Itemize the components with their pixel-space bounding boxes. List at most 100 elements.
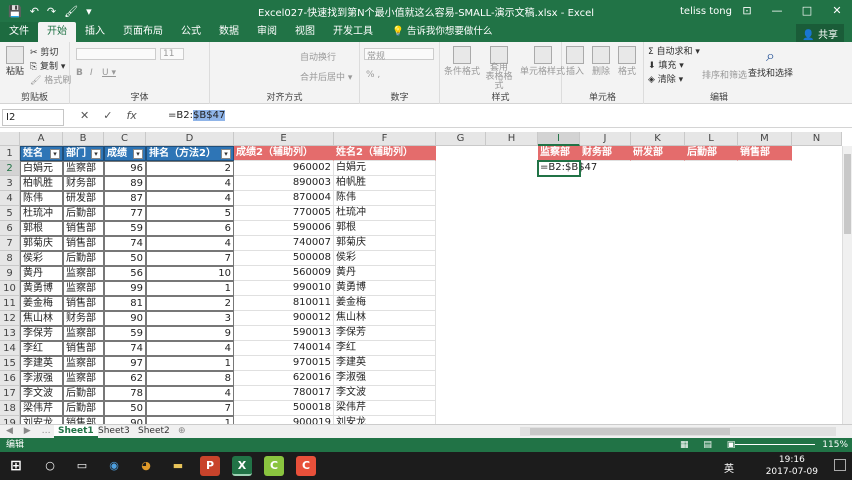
cell-dept[interactable]: 后勤部	[63, 401, 104, 416]
cell-name2[interactable]: 李淑强	[334, 371, 436, 386]
cell-rank[interactable]: 9	[146, 326, 234, 341]
cell-name[interactable]: 黄丹	[20, 266, 63, 281]
formula-input[interactable]: =B2:$B$47	[168, 110, 226, 121]
row-header[interactable]: 4	[0, 191, 20, 206]
cell-score[interactable]: 77	[104, 206, 146, 221]
row-header[interactable]: 10	[0, 281, 20, 296]
cell-score[interactable]: 96	[104, 161, 146, 176]
cell-score[interactable]: 74	[104, 236, 146, 251]
row-header[interactable]: 1	[0, 146, 20, 161]
ime-indicator[interactable]: 英	[724, 460, 734, 475]
notification-icon[interactable]	[834, 459, 846, 471]
autosum-button[interactable]: Σ 自动求和 ▾	[648, 44, 700, 57]
row-header[interactable]: 7	[0, 236, 20, 251]
cell-rank[interactable]: 1	[146, 356, 234, 371]
cut-button[interactable]: ✂ 剪切	[30, 45, 58, 58]
cell-name2[interactable]: 郭菊庆	[334, 236, 436, 251]
cell-name[interactable]: 梁伟芹	[20, 401, 63, 416]
find-select-button[interactable]: ⌕ 查找和选择	[748, 46, 793, 79]
cell-name2[interactable]: 焦山林	[334, 311, 436, 326]
header-name[interactable]: 姓名 ▾	[20, 146, 63, 161]
cell-name2[interactable]: 李红	[334, 341, 436, 356]
col-header-E[interactable]: E	[234, 132, 334, 146]
col-header-A[interactable]: A	[20, 132, 63, 146]
cell-name2[interactable]: 李建英	[334, 356, 436, 371]
cell-rank[interactable]: 5	[146, 206, 234, 221]
cell-rank[interactable]: 7	[146, 251, 234, 266]
cell-name[interactable]: 李文波	[20, 386, 63, 401]
cell-name[interactable]: 姜金梅	[20, 296, 63, 311]
cell-name[interactable]: 陈伟	[20, 191, 63, 206]
delete-cells-button[interactable]: 删除	[592, 46, 610, 77]
camtasia-red-icon[interactable]: C	[296, 456, 316, 476]
col-header-C[interactable]: C	[104, 132, 146, 146]
number-format-select[interactable]: 常规	[364, 48, 434, 62]
select-all-corner[interactable]	[0, 132, 20, 146]
excel-icon[interactable]: X	[232, 456, 252, 476]
cell-rank[interactable]: 2	[146, 296, 234, 311]
cell-score2[interactable]: 870004	[234, 191, 334, 206]
cell-score2[interactable]: 590006	[234, 221, 334, 236]
format-cells-button[interactable]: 格式	[618, 46, 636, 77]
col-header-B[interactable]: B	[63, 132, 104, 146]
tab-page-layout[interactable]: 页面布局	[114, 22, 172, 42]
user-name[interactable]: teliss tong	[680, 6, 732, 17]
header-dept-yanfa[interactable]: 研发部	[631, 146, 685, 161]
cell-dept[interactable]: 研发部	[63, 191, 104, 206]
percent-button[interactable]: % ,	[366, 70, 380, 80]
cell-name2[interactable]: 黄丹	[334, 266, 436, 281]
cell-rank[interactable]: 1	[146, 416, 234, 424]
tab-review[interactable]: 审阅	[248, 22, 286, 42]
col-header-D[interactable]: D	[146, 132, 234, 146]
cell-name2[interactable]: 李文波	[334, 386, 436, 401]
col-header-I[interactable]: I	[538, 132, 580, 146]
cancel-icon[interactable]: ✕	[80, 109, 89, 122]
cell-score2[interactable]: 900019	[234, 416, 334, 424]
col-header-N[interactable]: N	[792, 132, 842, 146]
vertical-scrollbar[interactable]	[842, 146, 852, 424]
cell-name[interactable]: 焦山林	[20, 311, 63, 326]
wrap-text-button[interactable]: 自动换行	[300, 50, 336, 63]
cell-score[interactable]: 90	[104, 416, 146, 424]
table-format-button[interactable]: 套用 表格格式	[484, 46, 514, 91]
row-header[interactable]: 18	[0, 401, 20, 416]
cell-dept[interactable]: 销售部	[63, 296, 104, 311]
redo-icon[interactable]: ↷	[47, 5, 56, 18]
cell-name[interactable]: 李建英	[20, 356, 63, 371]
font-size-select[interactable]: 11	[160, 48, 184, 60]
bold-button[interactable]: B	[76, 68, 83, 78]
windows-start-icon[interactable]: ⊞	[6, 456, 26, 476]
filter-dropdown-icon[interactable]: ▾	[50, 149, 60, 159]
filter-dropdown-icon[interactable]: ▾	[133, 149, 143, 159]
insert-cells-button[interactable]: 插入	[566, 46, 584, 77]
zoom-level[interactable]: 115%	[822, 438, 848, 452]
save-icon[interactable]: 💾	[8, 5, 22, 18]
cell-name[interactable]: 李红	[20, 341, 63, 356]
sheet-tab-sheet3[interactable]: Sheet3	[94, 425, 134, 438]
share-button[interactable]: 👤 共享	[796, 24, 844, 43]
header-dept-xiaoshou[interactable]: 销售部	[738, 146, 792, 161]
header-dept-jiancha[interactable]: 监察部	[538, 146, 580, 161]
cell-score2[interactable]: 970015	[234, 356, 334, 371]
cell-dept[interactable]: 后勤部	[63, 251, 104, 266]
cell-name2[interactable]: 郭根	[334, 221, 436, 236]
cell-score2[interactable]: 740014	[234, 341, 334, 356]
cell-name[interactable]: 郭菊庆	[20, 236, 63, 251]
cell-name2[interactable]: 黄勇博	[334, 281, 436, 296]
row-header[interactable]: 19	[0, 416, 20, 424]
cell-dept[interactable]: 监察部	[63, 356, 104, 371]
row-header[interactable]: 8	[0, 251, 20, 266]
header-rank[interactable]: 排名（方法2） ▾	[146, 146, 234, 161]
fill-button[interactable]: ⬇ 填充 ▾	[648, 58, 684, 71]
cell-name2[interactable]: 陈伟	[334, 191, 436, 206]
row-header[interactable]: 12	[0, 311, 20, 326]
header-dept[interactable]: 部门 ▾	[63, 146, 104, 161]
col-header-M[interactable]: M	[738, 132, 792, 146]
tab-insert[interactable]: 插入	[76, 22, 114, 42]
system-clock[interactable]: 19:16 2017-07-09	[766, 454, 818, 478]
cell-dept[interactable]: 监察部	[63, 326, 104, 341]
row-header[interactable]: 17	[0, 386, 20, 401]
row-header[interactable]: 3	[0, 176, 20, 191]
row-header[interactable]: 16	[0, 371, 20, 386]
cell-score2[interactable]: 900012	[234, 311, 334, 326]
